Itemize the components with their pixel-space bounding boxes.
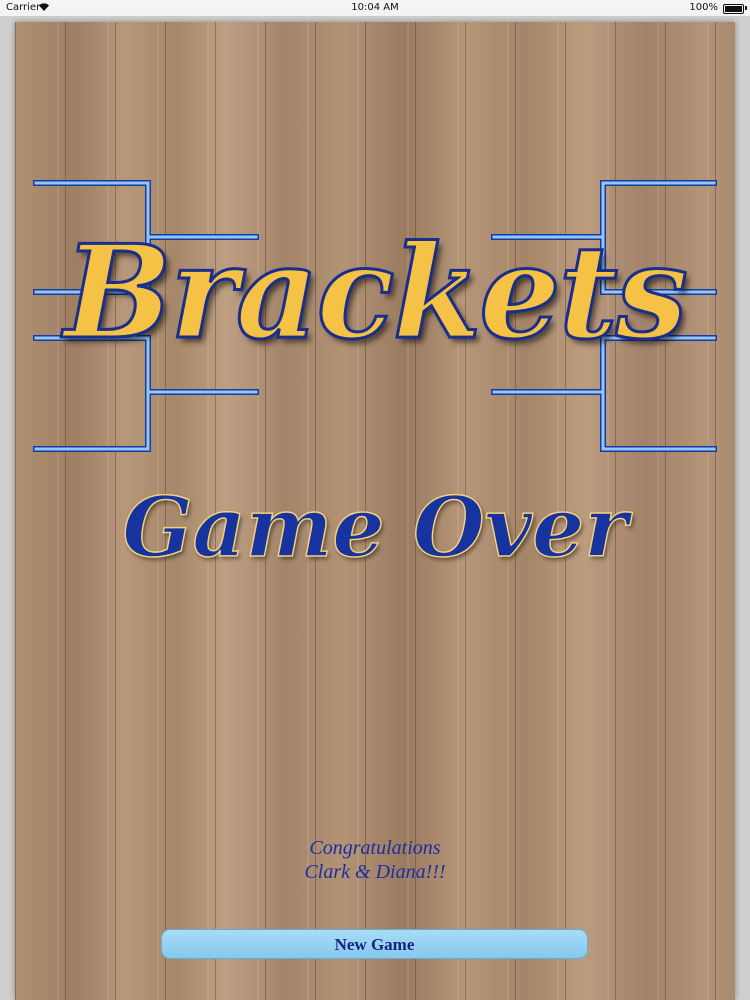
right-bracket-lower2	[600, 389, 717, 452]
congratulations-message: Congratulations Clark & Diana!!!	[0, 836, 750, 884]
game-over-heading: Game Over	[122, 479, 629, 577]
congrats-line-1: Congratulations	[309, 837, 441, 859]
new-game-button[interactable]: New Game	[161, 929, 588, 959]
game-title: Brackets	[63, 217, 690, 370]
left-bracket-lower2	[33, 389, 151, 452]
congrats-line-2: Clark & Diana!!!	[304, 861, 446, 883]
